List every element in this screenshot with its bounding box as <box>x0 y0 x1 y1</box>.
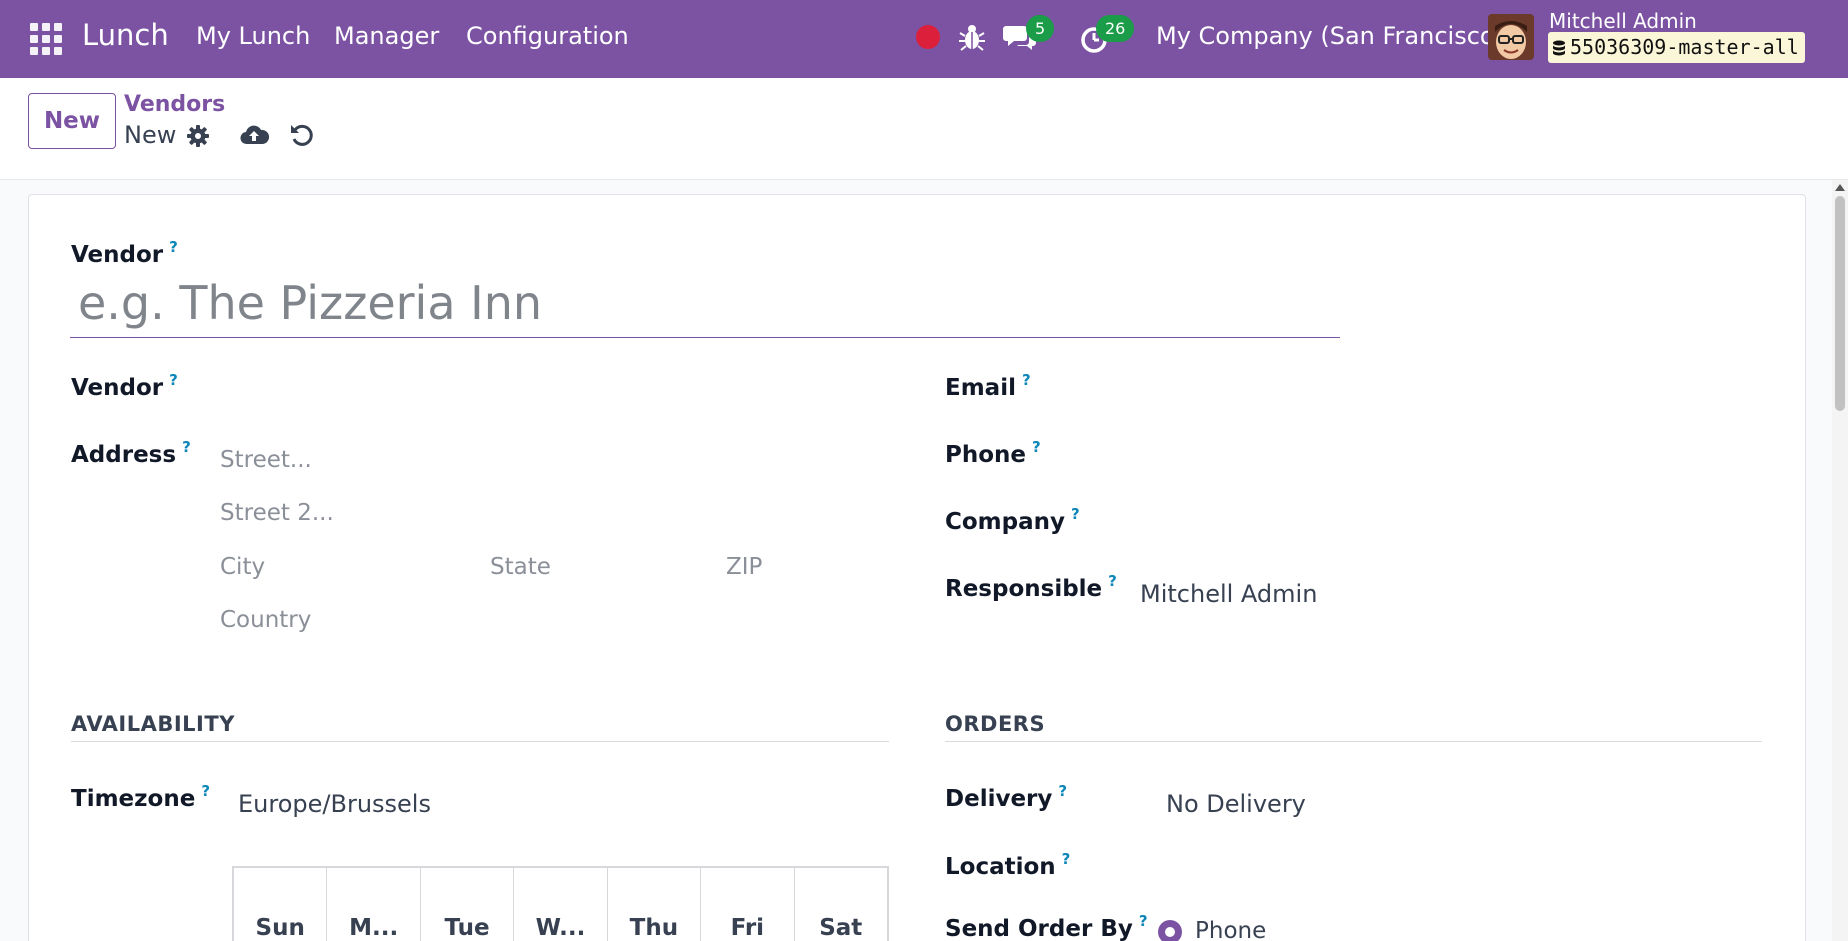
vendor-name-placeholder[interactable]: e.g. The Pizzeria Inn <box>78 276 542 330</box>
orders-divider <box>945 741 1762 742</box>
help-tooltip-icon[interactable]: ? <box>169 238 178 256</box>
help-tooltip-icon[interactable]: ? <box>1022 371 1031 389</box>
send-order-by-label: Send Order By? <box>945 912 1148 941</box>
day-tue[interactable]: Tue <box>421 868 515 941</box>
city-input[interactable]: City <box>220 554 265 580</box>
country-input[interactable]: Country <box>220 607 311 633</box>
scrollbar-thumb[interactable] <box>1835 196 1845 411</box>
availability-divider <box>71 741 889 742</box>
location-label: Location? <box>945 850 1071 880</box>
street-input[interactable]: Street... <box>220 447 312 473</box>
breadcrumb-current: New <box>124 121 177 149</box>
menu-my-lunch[interactable]: My Lunch <box>196 22 310 50</box>
vendor-name-label: Vendor? <box>71 238 178 268</box>
help-tooltip-icon[interactable]: ? <box>1062 850 1071 868</box>
send-order-phone-label[interactable]: Phone <box>1195 918 1266 941</box>
zip-input[interactable]: ZIP <box>726 554 762 580</box>
availability-days-table: Sun M... Tue W... Thu Fri Sat <box>232 866 889 941</box>
vendor-label: Vendor? <box>71 371 178 401</box>
day-sat[interactable]: Sat <box>795 868 887 941</box>
bug-icon[interactable] <box>954 20 990 56</box>
phone-label: Phone? <box>945 438 1041 468</box>
day-fri[interactable]: Fri <box>701 868 795 941</box>
scroll-up-arrow[interactable] <box>1835 184 1845 191</box>
day-sun[interactable]: Sun <box>234 868 328 941</box>
company-label: Company? <box>945 505 1080 535</box>
help-tooltip-icon[interactable]: ? <box>201 782 210 800</box>
avatar[interactable] <box>1488 14 1534 60</box>
timezone-label: Timezone? <box>71 782 211 812</box>
responsible-field[interactable]: Mitchell Admin <box>1140 580 1317 608</box>
state-input[interactable]: State <box>490 554 551 580</box>
help-tooltip-icon[interactable]: ? <box>1108 572 1117 590</box>
database-tag: 55036309-master-all <box>1548 32 1805 63</box>
app-name[interactable]: Lunch <box>82 18 169 52</box>
help-tooltip-icon[interactable]: ? <box>169 371 178 389</box>
send-order-phone-radio[interactable] <box>1158 920 1182 941</box>
address-label: Address? <box>71 438 191 468</box>
help-tooltip-icon[interactable]: ? <box>182 438 191 456</box>
apps-grid-icon[interactable] <box>30 23 62 55</box>
activities-badge: 26 <box>1096 15 1135 42</box>
cloud-upload-icon[interactable] <box>239 122 269 148</box>
new-button[interactable]: New <box>28 93 116 149</box>
database-name: 55036309-master-all <box>1570 35 1799 59</box>
database-icon <box>1553 40 1565 55</box>
delivery-label: Delivery? <box>945 782 1068 812</box>
help-tooltip-icon[interactable]: ? <box>1058 782 1067 800</box>
timezone-field[interactable]: Europe/Brussels <box>238 790 431 818</box>
orders-section-title: ORDERS <box>945 712 1046 736</box>
messages-badge: 5 <box>1026 15 1055 42</box>
day-mon[interactable]: M... <box>327 868 421 941</box>
discard-icon[interactable] <box>289 122 315 148</box>
day-wed[interactable]: W... <box>514 868 608 941</box>
help-tooltip-icon[interactable]: ? <box>1071 505 1080 523</box>
help-tooltip-icon[interactable]: ? <box>1139 912 1148 930</box>
email-label: Email? <box>945 371 1031 401</box>
menu-configuration[interactable]: Configuration <box>466 22 629 50</box>
record-icon[interactable] <box>916 25 940 49</box>
breadcrumb-vendors[interactable]: Vendors <box>124 92 225 117</box>
help-tooltip-icon[interactable]: ? <box>1032 438 1041 456</box>
menu-manager[interactable]: Manager <box>334 22 439 50</box>
street2-input[interactable]: Street 2... <box>220 500 334 526</box>
user-name[interactable]: Mitchell Admin <box>1549 9 1697 33</box>
day-thu[interactable]: Thu <box>608 868 702 941</box>
gear-icon[interactable] <box>186 124 210 148</box>
availability-section-title: AVAILABILITY <box>71 712 235 736</box>
control-panel: New Vendors New <box>0 78 1848 180</box>
company-switcher[interactable]: My Company (San Francisco) <box>1156 22 1504 50</box>
delivery-field[interactable]: No Delivery <box>1166 790 1306 818</box>
top-navbar: Lunch My Lunch Manager Configuration 5 2… <box>0 0 1848 78</box>
responsible-label: Responsible? <box>945 572 1117 602</box>
